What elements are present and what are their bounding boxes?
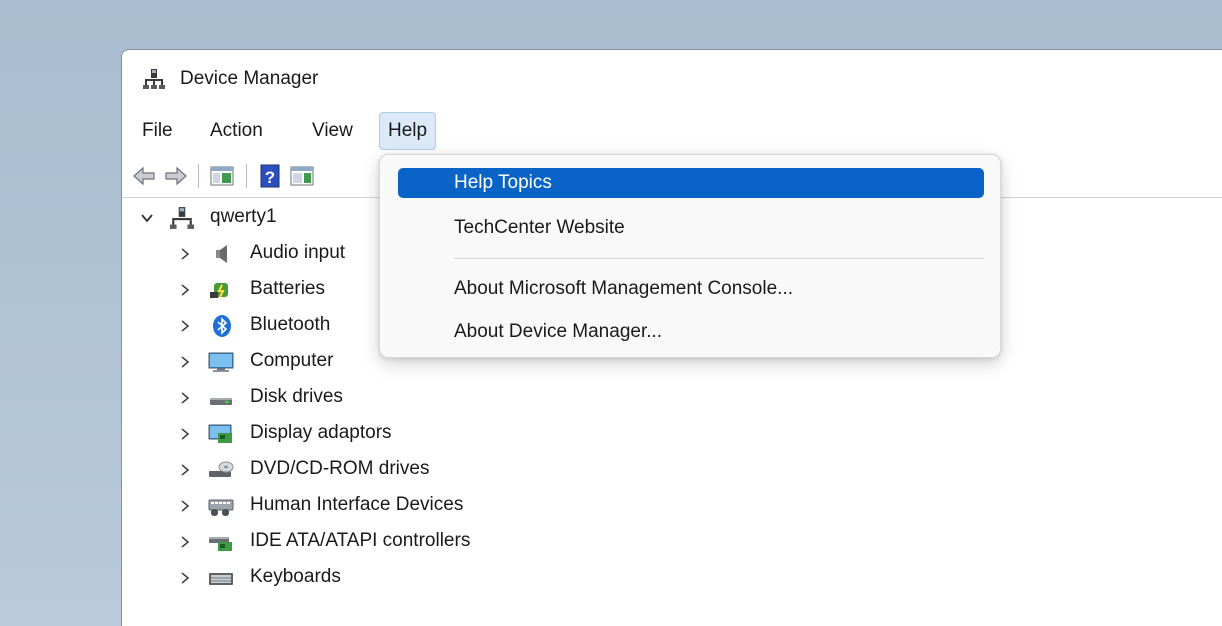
help-icon[interactable]: ? [256,162,284,190]
chevron-right-icon[interactable] [177,354,193,370]
tree-item-label: IDE ATA/ATAPI controllers [250,530,471,551]
menu-action[interactable]: Action [202,112,271,150]
battery-icon [210,283,228,298]
tree-item-label: Human Interface Devices [250,494,464,515]
ide-controller-icon [209,537,232,551]
tree-item-label: Batteries [250,278,325,299]
tree-item-label: Disk drives [250,386,343,407]
chevron-right-icon[interactable] [177,462,193,478]
chevron-right-icon[interactable] [177,390,193,406]
tree-item-label: Audio input [250,242,346,263]
tree-root-label: qwerty1 [210,206,277,227]
monitor-icon [208,352,234,372]
toolbar-separator [198,164,199,188]
menu-item-techcenter-website[interactable]: TechCenter Website [398,213,984,243]
disk-drive-icon [210,398,232,405]
display-adapter-icon [208,424,232,443]
chevron-right-icon[interactable] [177,246,193,262]
window-title: Device Manager [180,68,319,89]
keyboard-icon [209,573,233,585]
help-dropdown-menu: Help Topics TechCenter Website About Mic… [379,154,1001,358]
menu-help[interactable]: Help [379,112,437,150]
speaker-icon [216,245,227,263]
svg-text:?: ? [265,168,275,187]
tree-item-label: Computer [250,350,334,371]
tree-item-label: Keyboards [250,566,341,587]
menu-file[interactable]: File [134,112,181,150]
back-icon[interactable] [130,162,158,190]
chevron-right-icon[interactable] [177,570,193,586]
chevron-right-icon[interactable] [177,318,193,334]
device-manager-app-icon [143,69,165,89]
menu-separator [454,258,984,259]
toolbar-separator [246,164,247,188]
chevron-right-icon[interactable] [177,498,193,514]
chevron-right-icon[interactable] [177,426,193,442]
title-bar[interactable]: Device Manager [122,50,1222,110]
forward-icon[interactable] [162,162,190,190]
tree-item-label: Bluetooth [250,314,331,335]
menu-item-about-mmc[interactable]: About Microsoft Management Console... [398,274,984,304]
bluetooth-icon [213,315,231,337]
menu-item-help-topics[interactable]: Help Topics [398,168,984,198]
show-hide-console-tree-icon[interactable] [208,162,236,190]
dvd-drive-icon [209,461,234,477]
computer-network-icon [170,207,194,229]
tree-item-label: Display adaptors [250,422,392,443]
tree-item-label: DVD/CD-ROM drives [250,458,430,479]
chevron-down-icon[interactable] [139,210,155,226]
hid-icon [208,499,234,516]
chevron-right-icon[interactable] [177,282,193,298]
menu-item-about-device-manager[interactable]: About Device Manager... [398,317,984,347]
chevron-right-icon[interactable] [177,534,193,550]
menu-view[interactable]: View [304,112,361,150]
menu-bar: File Action View Help [122,110,1222,152]
properties-icon[interactable] [288,162,316,190]
